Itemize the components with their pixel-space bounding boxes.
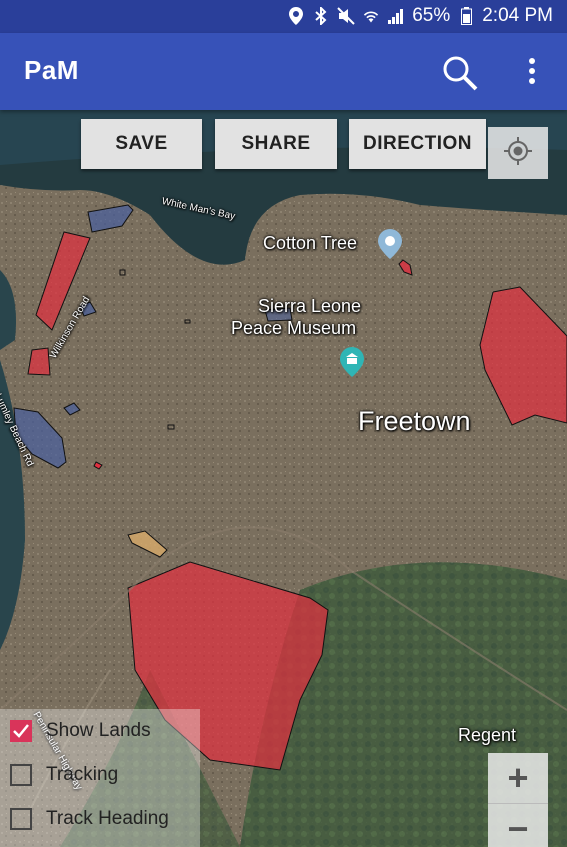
track-heading-checkbox[interactable] — [10, 808, 32, 830]
my-location-icon — [503, 136, 533, 171]
map-view[interactable]: White Man's Bay Cotton Tree Sierra Leone… — [0, 110, 567, 847]
save-button[interactable]: SAVE — [81, 119, 202, 169]
map-label-cotton-tree: Cotton Tree — [263, 233, 358, 253]
tracking-checkbox[interactable] — [10, 764, 32, 786]
status-bar: 65% 2:04 PM — [0, 0, 567, 33]
zoom-out-button[interactable]: − — [488, 804, 548, 847]
search-icon[interactable] — [440, 53, 480, 93]
signal-icon — [387, 6, 405, 26]
map-options-panel: Show Lands Tracking Track Heading — [0, 709, 200, 847]
zoom-in-button[interactable]: + — [488, 753, 548, 804]
clock: 2:04 PM — [482, 5, 553, 26]
battery-icon — [457, 6, 475, 26]
tracking-label: Tracking — [46, 764, 119, 785]
share-button[interactable]: SHARE — [215, 119, 337, 169]
wifi-icon — [362, 6, 380, 26]
show-lands-checkbox[interactable] — [10, 720, 32, 742]
map-label-regent: Regent — [458, 725, 517, 745]
museum-marker-icon[interactable] — [339, 347, 365, 382]
app-title: PaM — [24, 55, 79, 85]
track-heading-option[interactable]: Track Heading — [10, 805, 169, 833]
mute-icon — [337, 6, 355, 26]
bluetooth-icon — [312, 6, 330, 26]
map-label-museum-line2: Peace Museum — [231, 318, 357, 338]
battery-percent: 65% — [412, 5, 451, 26]
track-heading-label: Track Heading — [46, 808, 169, 829]
overflow-menu-icon[interactable] — [518, 55, 546, 91]
tracking-option[interactable]: Tracking — [10, 761, 118, 789]
location-icon — [287, 6, 305, 26]
app-bar: PaM — [0, 33, 567, 110]
direction-button[interactable]: DIRECTION — [349, 119, 486, 169]
show-lands-label: Show Lands — [46, 720, 151, 741]
land-polygon[interactable] — [27, 347, 51, 376]
map-label-museum-line1: Sierra Leone — [258, 296, 362, 316]
cotton-tree-marker-icon[interactable] — [377, 229, 403, 264]
map-label-freetown: Freetown — [358, 406, 471, 436]
show-lands-option[interactable]: Show Lands — [10, 717, 151, 745]
zoom-controls: + − — [488, 753, 548, 847]
my-location-button[interactable] — [488, 127, 548, 179]
